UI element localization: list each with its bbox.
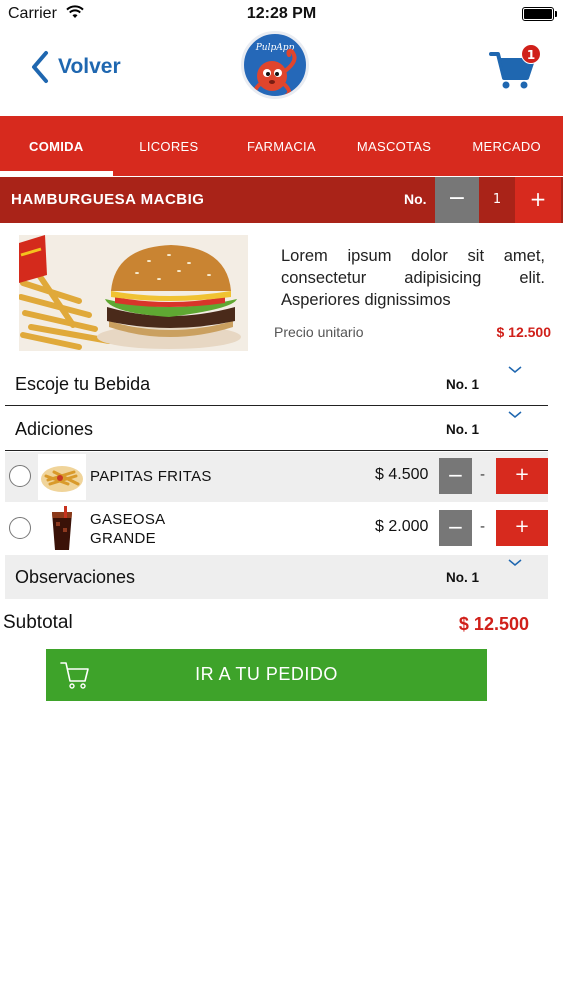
product-header: HAMBURGUESA MACBIG No. − 1 + — [0, 177, 563, 223]
select-radio[interactable] — [9, 517, 31, 539]
tab-licores[interactable]: LICORES — [113, 116, 226, 176]
addition-quantity: - — [480, 467, 486, 483]
product-name: HAMBURGUESA MACBIG — [11, 191, 205, 208]
go-to-order-label: IR A TU PEDIDO — [195, 664, 338, 684]
select-radio[interactable] — [9, 465, 31, 487]
section-bebida[interactable]: Escoje tu Bebida No. 1 — [5, 362, 548, 406]
section-adiciones[interactable]: Adiciones No. 1 — [5, 407, 548, 451]
chevron-down-icon[interactable] — [508, 366, 522, 374]
app-logo: PulpApp — [241, 31, 309, 99]
tab-mercado[interactable]: MERCADO — [450, 116, 563, 176]
cart-count-badge: 1 — [521, 44, 541, 64]
quantity-value: 1 — [492, 192, 502, 207]
chevron-down-icon[interactable] — [508, 559, 522, 567]
addition-price: $ 2.000 — [375, 518, 429, 535]
decrease-quantity-button[interactable]: − — [435, 177, 479, 223]
increase-addition-button[interactable]: + — [496, 510, 548, 546]
quantity-label: No. — [404, 191, 427, 207]
section-count: No. 1 — [446, 422, 480, 437]
fries-image — [38, 454, 86, 500]
chevron-down-icon[interactable] — [508, 411, 522, 419]
subtotal-value: $ 12.500 — [458, 614, 529, 634]
list-item-gaseosa: GASEOSA GRANDE $ 2.000 − - + — [5, 504, 548, 554]
back-label: Volver — [58, 55, 121, 78]
battery-icon — [522, 7, 557, 21]
section-count: No. 1 — [446, 570, 480, 585]
tab-farmacia[interactable]: FARMACIA — [225, 116, 338, 176]
tab-mascotas[interactable]: MASCOTAS — [338, 116, 451, 176]
increase-addition-button[interactable]: + — [496, 458, 548, 494]
addition-quantity: - — [480, 519, 486, 535]
back-button[interactable]: Volver — [26, 48, 121, 86]
go-to-order-button[interactable]: IR A TU PEDIDO — [46, 649, 487, 701]
addition-label: PAPITAS FRITAS — [90, 468, 212, 485]
list-item-papitas: PAPITAS FRITAS $ 4.500 − - + — [5, 452, 548, 502]
decrease-addition-button[interactable]: − — [439, 510, 472, 546]
section-observaciones[interactable]: Observaciones No. 1 — [5, 555, 548, 599]
clock: 12:28 PM — [246, 5, 317, 22]
chevron-left-icon — [32, 51, 48, 83]
unit-price-value: $ 12.500 — [496, 324, 552, 340]
section-title: Observaciones — [15, 567, 136, 587]
tab-comida[interactable]: COMIDA — [0, 116, 113, 176]
decrease-addition-button[interactable]: − — [439, 458, 472, 494]
soda-glass-image — [38, 506, 86, 552]
category-tabs: COMIDA LICORES FARMACIA MASCOTAS MERCADO — [0, 116, 563, 176]
subtotal-label: Subtotal — [3, 612, 73, 633]
unit-price-label: Precio unitario — [274, 324, 364, 340]
addition-label: GRANDE — [90, 530, 156, 547]
status-bar: Carrier 12:28 PM — [0, 0, 563, 30]
nav-header: Volver PulpApp 1 — [0, 30, 563, 116]
addition-label: GASEOSA — [90, 511, 166, 528]
section-title: Escoje tu Bebida — [15, 374, 151, 394]
burger-image — [19, 235, 248, 351]
increase-quantity-button[interactable]: + — [515, 177, 561, 223]
addition-price: $ 4.500 — [375, 466, 429, 483]
section-title: Adiciones — [15, 419, 94, 439]
product-description: Lorem ipsum dolor sit amet, consectetur … — [281, 247, 545, 309]
cart-button[interactable]: 1 — [489, 44, 541, 89]
section-count: No. 1 — [446, 377, 480, 392]
octopus-icon — [252, 48, 297, 96]
